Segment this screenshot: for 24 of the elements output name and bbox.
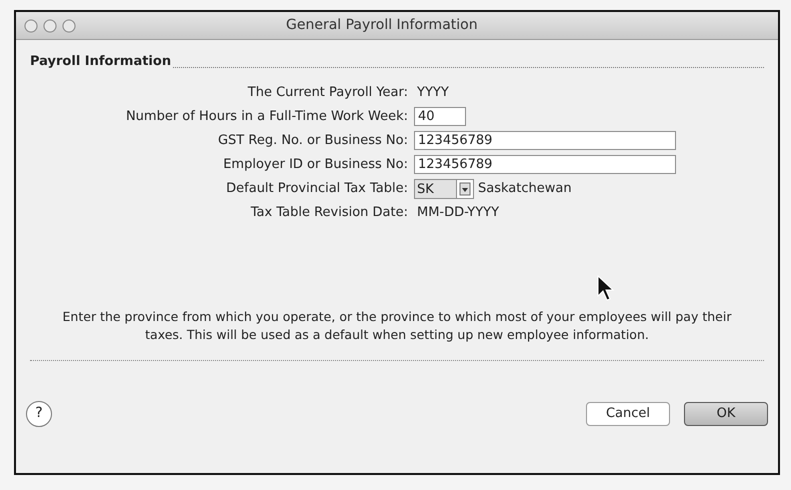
pointer-cursor-icon (596, 274, 616, 302)
help-button[interactable]: ? (26, 400, 52, 426)
field-label: Employer ID or Business No: (222, 156, 409, 174)
field-label: The Current Payroll Year: (246, 84, 409, 102)
field-value: YYYY (416, 84, 449, 102)
field-label: Tax Table Revision Date: (250, 204, 409, 222)
field-label: Default Provincial Tax Table: (225, 180, 409, 198)
window-control-icon[interactable] (43, 18, 57, 32)
field-value: MM-DD-YYYY (416, 204, 500, 222)
province-name: Saskatchewan (478, 180, 572, 198)
input-field[interactable]: 123456789 (414, 155, 676, 174)
caret-icon (459, 182, 471, 196)
field-label: Number of Hours in a Full-Time Work Week: (124, 108, 409, 126)
window-control-icon[interactable] (24, 18, 38, 32)
dialog-button[interactable]: Cancel (586, 402, 670, 426)
field-label: GST Reg. No. or Business No: (216, 132, 409, 150)
window-control-icon[interactable] (62, 18, 76, 32)
hint-text: Enter the province from which you operate, or the province to which most of your employees will pay their taxes. This will be used as a default when setting up new employee information. (62, 308, 732, 344)
section-title: Payroll Information (30, 53, 172, 71)
input-field[interactable]: 40 (414, 107, 466, 126)
province-dropdown[interactable]: SK (414, 178, 474, 198)
window-title: General Payroll Information (286, 16, 478, 35)
input-field[interactable]: 123456789 (414, 131, 676, 150)
dialog-button[interactable]: OK (684, 402, 768, 426)
